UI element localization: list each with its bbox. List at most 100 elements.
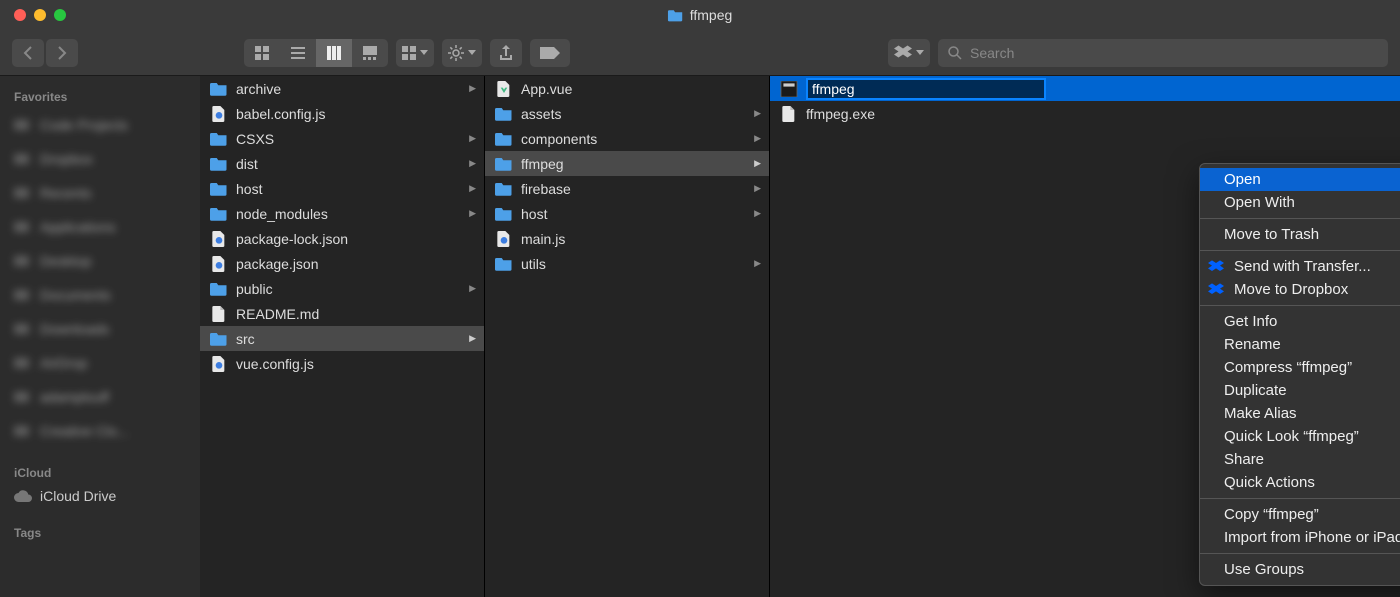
context-menu-label: Make Alias	[1224, 405, 1297, 422]
sidebar-item-blurred[interactable]: Dropbox	[0, 142, 200, 176]
context-menu-label: Use Groups	[1224, 561, 1304, 578]
maximize-window-button[interactable]	[54, 9, 66, 21]
icon-view-button[interactable]	[244, 39, 280, 67]
file-row[interactable]: firebase▶	[485, 176, 769, 201]
back-button[interactable]	[12, 39, 44, 67]
column-0[interactable]: archive▶babel.config.jsCSXS▶dist▶host▶no…	[200, 76, 485, 597]
context-menu-item[interactable]: Make Alias	[1200, 402, 1400, 425]
file-row[interactable]: host▶	[485, 201, 769, 226]
file-row[interactable]: CSXS▶	[200, 126, 484, 151]
context-menu-item[interactable]: Get Info	[1200, 310, 1400, 333]
column-browser: archive▶babel.config.jsCSXS▶dist▶host▶no…	[200, 76, 1400, 597]
file-row[interactable]: public▶	[200, 276, 484, 301]
context-menu-item[interactable]: Open	[1200, 168, 1400, 191]
file-row[interactable]: node_modules▶	[200, 201, 484, 226]
file-row[interactable]: vue.config.js	[200, 351, 484, 376]
file-row[interactable]: main.js	[485, 226, 769, 251]
context-menu-item[interactable]: Open With▶	[1200, 191, 1400, 214]
file-row[interactable]: src▶	[200, 326, 484, 351]
context-menu-item[interactable]: Copy “ffmpeg”	[1200, 503, 1400, 526]
sidebar-item-blurred[interactable]: Documents	[0, 278, 200, 312]
context-menu-item[interactable]: Send with Transfer...	[1200, 255, 1400, 278]
file-row[interactable]: babel.config.js	[200, 101, 484, 126]
context-menu-item[interactable]: Duplicate	[1200, 379, 1400, 402]
gallery-view-button[interactable]	[352, 39, 388, 67]
chevron-right-icon: ▶	[754, 158, 761, 169]
forward-button[interactable]	[46, 39, 78, 67]
search-input[interactable]	[970, 45, 1378, 61]
sidebar-item-blurred[interactable]: Code Projects	[0, 108, 200, 142]
sidebar-item-icloud-drive[interactable]: iCloud Drive	[0, 484, 200, 508]
folder-icon	[14, 219, 32, 235]
sidebar: Favorites Code ProjectsDropboxRecentsApp…	[0, 76, 200, 597]
context-menu-item[interactable]: Use Groups	[1200, 558, 1400, 581]
file-row[interactable]: README.md	[200, 301, 484, 326]
rename-input[interactable]: ffmpeg	[806, 78, 1046, 100]
share-icon	[499, 45, 513, 61]
file-row[interactable]: package.json	[200, 251, 484, 276]
context-menu-item[interactable]: Quick Look “ffmpeg”	[1200, 425, 1400, 448]
minimize-window-button[interactable]	[34, 9, 46, 21]
context-menu-item[interactable]: Share▶	[1200, 448, 1400, 471]
sidebar-section-tags: Tags	[0, 522, 200, 544]
context-menu-label: Quick Look “ffmpeg”	[1224, 428, 1359, 445]
share-button[interactable]	[490, 39, 522, 67]
file-row[interactable]: assets▶	[485, 101, 769, 126]
window-titlebar: ffmpeg	[0, 0, 1400, 30]
search-box[interactable]	[938, 39, 1388, 67]
file-row[interactable]: ffmpeg▶	[485, 151, 769, 176]
sidebar-item-label: iCloud Drive	[40, 488, 116, 504]
context-menu-item[interactable]: Import from iPhone or iPad▶	[1200, 526, 1400, 549]
context-menu-label: Quick Actions	[1224, 474, 1315, 491]
chevron-right-icon: ▶	[754, 208, 761, 219]
file-row[interactable]: ffmpeg.exe	[770, 101, 1400, 126]
sidebar-item-blurred[interactable]: Downloads	[0, 312, 200, 346]
file-name: assets	[521, 106, 561, 122]
sidebar-item-blurred[interactable]: Desktop	[0, 244, 200, 278]
tag-icon	[540, 47, 560, 59]
chevron-right-icon: ▶	[754, 258, 761, 269]
close-window-button[interactable]	[14, 9, 26, 21]
sidebar-item-blurred[interactable]: Applications	[0, 210, 200, 244]
view-mode-group	[244, 39, 388, 67]
context-menu-label: Move to Dropbox	[1234, 281, 1348, 298]
sidebar-item-blurred[interactable]: adamplouff	[0, 380, 200, 414]
context-menu-item[interactable]: Compress “ffmpeg”	[1200, 356, 1400, 379]
folder-icon	[495, 131, 513, 147]
list-view-button[interactable]	[280, 39, 316, 67]
context-menu-item[interactable]: Move to Dropbox	[1200, 278, 1400, 301]
sidebar-item-blurred[interactable]: Creative Clo...	[0, 414, 200, 448]
folder-icon	[210, 206, 228, 222]
file-row[interactable]: package-lock.json	[200, 226, 484, 251]
arrange-dropdown[interactable]	[396, 39, 434, 67]
context-menu-label: Get Info	[1224, 313, 1277, 330]
action-dropdown[interactable]	[442, 39, 482, 67]
file-row[interactable]: App.vue	[485, 76, 769, 101]
folder-icon	[495, 256, 513, 272]
context-menu-item[interactable]: Move to Trash	[1200, 223, 1400, 246]
search-icon	[948, 46, 962, 60]
sidebar-item-blurred[interactable]: Recents	[0, 176, 200, 210]
folder-icon	[495, 106, 513, 122]
column-1[interactable]: App.vueassets▶components▶ffmpeg▶firebase…	[485, 76, 770, 597]
context-menu-item[interactable]: Quick Actions▶	[1200, 471, 1400, 494]
context-menu-item[interactable]: Rename	[1200, 333, 1400, 356]
menu-separator	[1200, 250, 1400, 251]
column-view-button[interactable]	[316, 39, 352, 67]
file-name: node_modules	[236, 206, 328, 222]
folder-icon	[14, 355, 32, 371]
folder-icon	[14, 389, 32, 405]
file-row[interactable]: host▶	[200, 176, 484, 201]
dropbox-dropdown[interactable]	[888, 39, 930, 67]
file-row[interactable]: archive▶	[200, 76, 484, 101]
sidebar-item-blurred[interactable]: AirDrop	[0, 346, 200, 380]
file-row[interactable]: ffmpeg	[770, 76, 1400, 101]
context-menu-label: Copy “ffmpeg”	[1224, 506, 1319, 523]
file-name: archive	[236, 81, 281, 97]
tags-button[interactable]	[530, 39, 570, 67]
file-row[interactable]: components▶	[485, 126, 769, 151]
file-row[interactable]: dist▶	[200, 151, 484, 176]
menu-separator	[1200, 305, 1400, 306]
file-row[interactable]: utils▶	[485, 251, 769, 276]
chevron-right-icon: ▶	[469, 333, 476, 344]
